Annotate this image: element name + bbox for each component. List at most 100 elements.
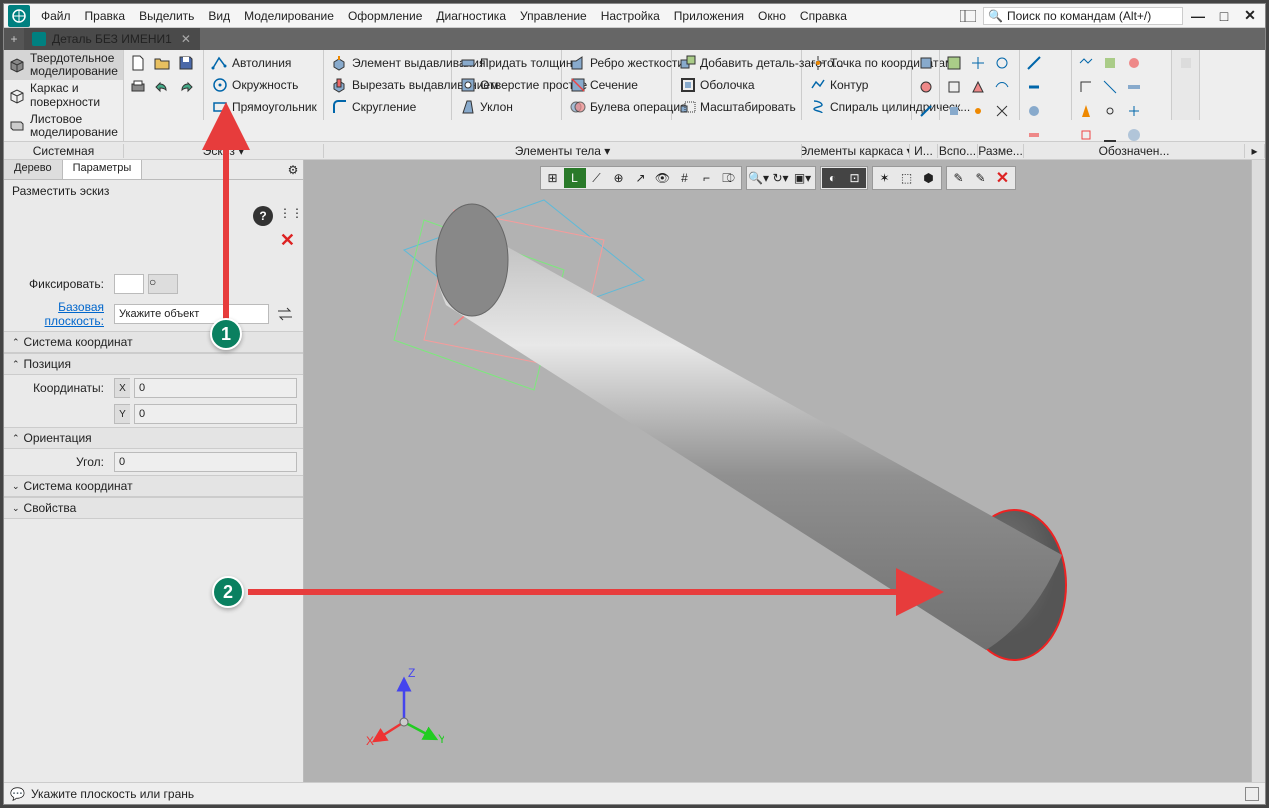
tool-icon[interactable]	[1023, 100, 1045, 122]
vp-wire-icon[interactable]: ⊡	[844, 168, 866, 188]
vp-tool-icon[interactable]: ⬚	[896, 168, 918, 188]
section-pos[interactable]: Позиция	[4, 353, 303, 375]
mode-sheet[interactable]: Листовое моделирование	[4, 111, 123, 141]
tool-icon[interactable]	[1023, 76, 1045, 98]
cmd-addpart[interactable]: Добавить деталь-загото...	[675, 52, 798, 74]
panel-close-icon[interactable]: ✕	[4, 230, 303, 251]
tool-icon[interactable]	[991, 76, 1013, 98]
tool-icon[interactable]	[1099, 52, 1121, 74]
fix-off-button[interactable]	[114, 274, 144, 294]
cmd-fillet[interactable]: Скругление	[327, 96, 448, 118]
cmd-draft[interactable]: Уклон	[455, 96, 558, 118]
cmd-scale[interactable]: Масштабировать	[675, 96, 798, 118]
vp-tool-icon[interactable]: ⌐	[696, 168, 718, 188]
vp-shade-icon[interactable]: ◐	[822, 168, 844, 188]
tool-icon[interactable]	[1175, 52, 1196, 74]
menu-diag[interactable]: Диагностика	[429, 4, 513, 27]
ribbon-label[interactable]: Разме...	[978, 144, 1024, 158]
tool-icon[interactable]	[1023, 52, 1045, 74]
cmd-rectangle[interactable]: Прямоугольник	[207, 96, 320, 118]
fix-on-button[interactable]: ○	[148, 274, 178, 294]
section-cs[interactable]: Система координат	[4, 331, 303, 353]
cmd-circle[interactable]: Окружность	[207, 74, 320, 96]
tool-icon[interactable]	[1123, 100, 1145, 122]
tool-icon[interactable]	[1075, 76, 1097, 98]
y-input[interactable]	[134, 404, 297, 424]
baseplane-input[interactable]	[114, 304, 269, 324]
menu-file[interactable]: Файл	[34, 4, 78, 27]
menu-apps[interactable]: Приложения	[667, 4, 751, 27]
orientation-triad[interactable]: Z Y X	[364, 667, 444, 747]
tab-tree[interactable]: Дерево	[4, 160, 63, 179]
tool-icon[interactable]	[1099, 100, 1121, 122]
command-search[interactable]: 🔍Поиск по командам (Alt+/)	[983, 7, 1183, 25]
section-cs2[interactable]: Система координат	[4, 475, 303, 497]
vp-tool-icon[interactable]: ✎	[970, 168, 992, 188]
redo-icon[interactable]	[175, 76, 197, 98]
tool-icon[interactable]	[1075, 52, 1097, 74]
document-tab[interactable]: Деталь БЕЗ ИМЕНИ1 ✕	[24, 28, 200, 50]
scrollbar-v[interactable]	[1251, 160, 1265, 782]
gear-icon[interactable]: ⚙	[283, 160, 303, 179]
cmd-rib[interactable]: Ребро жесткости	[565, 52, 668, 74]
ribbon-collapse-icon[interactable]: ▸	[1245, 144, 1265, 158]
menu-window[interactable]: Окно	[751, 4, 793, 27]
help-icon[interactable]: ?	[253, 206, 273, 226]
cmd-hole[interactable]: Отверстие простое	[455, 74, 558, 96]
cmd-section[interactable]: Сечение	[565, 74, 668, 96]
save-file-icon[interactable]	[175, 52, 197, 74]
vp-view-icon[interactable]: ▣▾	[792, 168, 814, 188]
label-baseplane[interactable]: Базовая плоскость:	[10, 300, 110, 328]
vp-tool-icon[interactable]: ✎	[948, 168, 970, 188]
tool-icon[interactable]	[915, 76, 936, 98]
tool-icon[interactable]	[991, 100, 1013, 122]
viewport-3d[interactable]: ⊞ L ⟋ ⊕ ↗ 👁 # ⌐ ⎄ 🔍▾ ↻▾ ▣▾ ◐ ⊡	[304, 160, 1251, 782]
tool-icon[interactable]	[967, 76, 989, 98]
maximize-button[interactable]: □	[1213, 6, 1235, 26]
vp-tool-icon[interactable]: ⊕	[608, 168, 630, 188]
ribbon-label[interactable]: И...	[910, 144, 938, 158]
close-button[interactable]: ✕	[1239, 6, 1261, 26]
tool-icon[interactable]	[1075, 100, 1097, 122]
tab-params[interactable]: Параметры	[63, 160, 143, 179]
tool-icon[interactable]	[991, 52, 1013, 74]
tab-close-icon[interactable]: ✕	[178, 32, 194, 46]
ribbon-label[interactable]: Обозначен...	[1024, 144, 1245, 158]
menu-manage[interactable]: Управление	[513, 4, 594, 27]
vp-tool-icon[interactable]: #	[674, 168, 696, 188]
vp-grid-icon[interactable]: ⊞	[542, 168, 564, 188]
tool-icon[interactable]	[967, 100, 989, 122]
vp-tool-icon[interactable]: ⬢	[918, 168, 940, 188]
swap-icon[interactable]	[273, 305, 297, 323]
cmd-helix[interactable]: Спираль цилиндрическ...	[805, 96, 908, 118]
menu-setup[interactable]: Настройка	[594, 4, 667, 27]
menu-modeling[interactable]: Моделирование	[237, 4, 341, 27]
ribbon-label[interactable]: Элементы каркаса ▾	[802, 144, 910, 158]
mode-solid[interactable]: Твердотельное моделирование	[4, 50, 123, 80]
section-props[interactable]: Свойства	[4, 497, 303, 519]
menu-design[interactable]: Оформление	[341, 4, 429, 27]
tool-icon[interactable]	[1123, 52, 1145, 74]
ribbon-label[interactable]: Элементы тела ▾	[324, 144, 802, 158]
new-tab-button[interactable]: +	[4, 28, 24, 50]
menu-view[interactable]: Вид	[201, 4, 237, 27]
menu-edit[interactable]: Правка	[78, 4, 133, 27]
tool-icon[interactable]	[943, 76, 965, 98]
cmd-extrude[interactable]: Элемент выдавливания	[327, 52, 448, 74]
angle-input[interactable]	[114, 452, 297, 472]
vp-orbit-icon[interactable]: ↻▾	[770, 168, 792, 188]
tool-icon[interactable]	[943, 100, 965, 122]
panel-menu-icon[interactable]: ⋮⋮	[279, 206, 299, 226]
vp-tool-icon[interactable]: ✶	[874, 168, 896, 188]
status-btn[interactable]	[1245, 787, 1259, 801]
print-icon[interactable]	[127, 76, 149, 98]
vp-tool-icon[interactable]: 👁	[652, 168, 674, 188]
cmd-boolean[interactable]: Булева операция	[565, 96, 668, 118]
tool-icon[interactable]	[943, 52, 965, 74]
new-file-icon[interactable]	[127, 52, 149, 74]
tool-icon[interactable]	[967, 52, 989, 74]
vp-cancel-icon[interactable]: ✕	[992, 168, 1014, 188]
vp-tool-icon[interactable]: ⟋	[586, 168, 608, 188]
cmd-shell[interactable]: Оболочка	[675, 74, 798, 96]
cmd-cut[interactable]: Вырезать выдавливанием	[327, 74, 448, 96]
